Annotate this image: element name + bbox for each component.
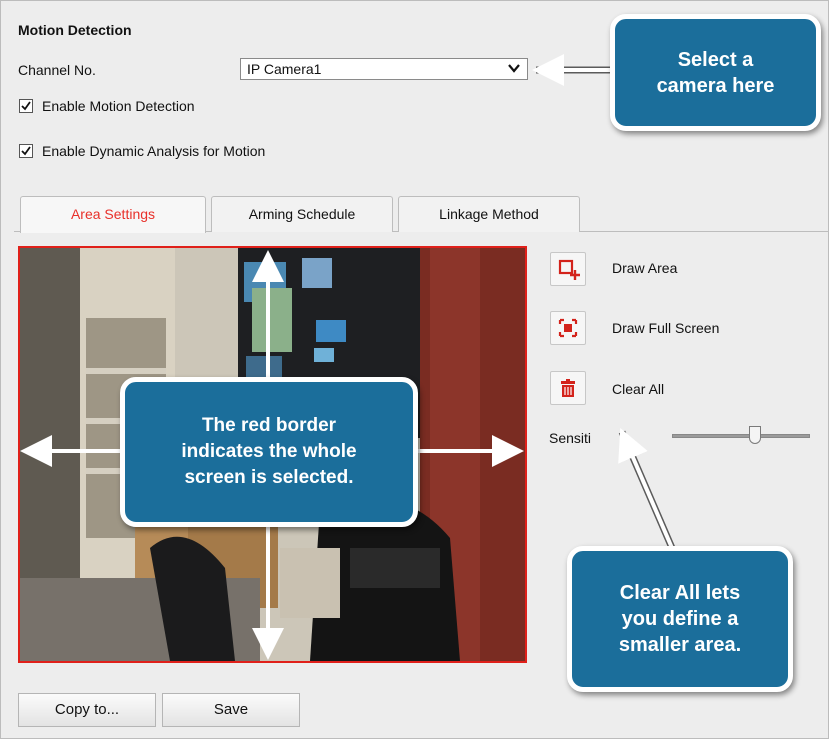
callout-camera-line2: camera here: [656, 74, 775, 97]
callout-clear-line2: you define a: [621, 608, 739, 630]
callout-select-camera: Select a camera here: [610, 14, 821, 131]
callout-red-border: The red border indicates the whole scree…: [120, 377, 418, 527]
callout-clear-rest: lets: [700, 582, 741, 604]
callout-border-line1: The red border: [201, 415, 337, 436]
callout-clear-bold: Clear All: [619, 582, 701, 604]
callout-clear-all: Clear All lets you define a smaller area…: [567, 546, 793, 692]
callout-border-line2: indicates the whole: [181, 441, 357, 462]
callout-border-line3: screen is selected.: [184, 467, 354, 488]
callout-camera-line1: Select a: [677, 48, 754, 71]
callout-clear-line3: smaller area.: [618, 634, 742, 656]
clear-callout-arrow: [618, 427, 676, 550]
